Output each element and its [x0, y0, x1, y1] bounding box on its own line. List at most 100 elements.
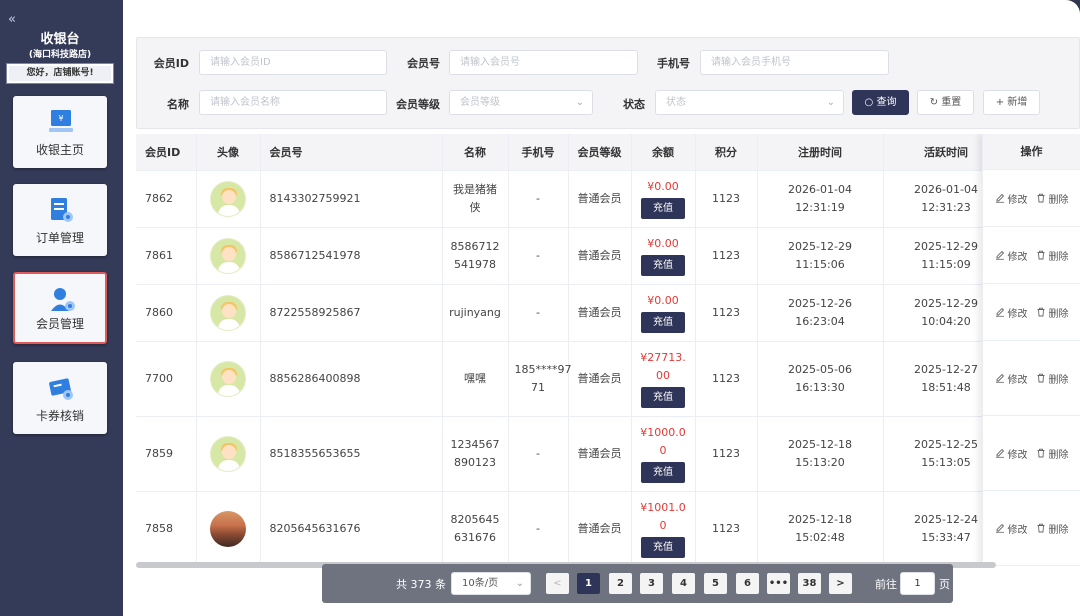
trash-icon: [1037, 373, 1044, 383]
pagination: 共 373 条 10条/页 ⌄ < 1 2 3 4 5 6 ••• 38 > 前往 1 页: [322, 564, 953, 603]
cell-id: 7858: [136, 491, 197, 567]
balance-line: ¥27713.: [640, 351, 686, 364]
recharge-button[interactable]: 充值: [641, 462, 685, 483]
balance-line: 00: [656, 369, 670, 382]
delete-button[interactable]: 删除: [1036, 248, 1069, 263]
level-select[interactable]: 会员等级 ⌄: [449, 90, 593, 115]
coupon-icon: [49, 378, 73, 400]
table-row: 7859 8518355653655 1234567 890123- 普通会员 ¥1000…: [136, 416, 1080, 492]
recharge-button[interactable]: 充值: [641, 312, 685, 333]
col-header-balance: 余额: [631, 134, 696, 171]
delete-button[interactable]: 删除: [1036, 371, 1069, 386]
member-table: 会员ID 头像 会员号 名称 手机号 会员等级 余额 积分 注册时间 活跃时间 …: [136, 134, 1080, 568]
edit-button[interactable]: 修改: [995, 248, 1028, 263]
reset-button[interactable]: ↻ 重置: [917, 90, 974, 115]
cashier-icon: ¥: [49, 110, 73, 132]
phone-input[interactable]: [700, 50, 889, 75]
page-button[interactable]: 38: [798, 573, 821, 594]
cell-balance: ¥0.00 充值: [631, 170, 696, 228]
page-button[interactable]: 5: [704, 573, 727, 594]
balance-line: 0: [659, 444, 667, 457]
edit-button[interactable]: 修改: [995, 191, 1028, 206]
avatar: [210, 294, 246, 331]
sidebar-item-orders[interactable]: 订单管理: [13, 184, 107, 256]
level-select-placeholder: 会员等级: [460, 97, 500, 108]
avatar: [210, 360, 246, 397]
search-button[interactable]: ○ 查询: [852, 90, 909, 115]
name-input[interactable]: [199, 90, 387, 115]
sidebar-item-coupons[interactable]: 卡券核销: [13, 362, 107, 434]
cell-balance: ¥0.00 充值: [631, 284, 696, 342]
name-line: 1234567: [450, 437, 500, 451]
page-button[interactable]: 3: [640, 573, 663, 594]
filter-panel: 会员ID 会员号 手机号 名称 会员等级 会员等级 ⌄ 状态 状态 ⌄ ○ 查询: [136, 37, 1080, 129]
col-header-level: 会员等级: [568, 134, 632, 171]
add-button[interactable]: + 新增: [983, 90, 1040, 115]
member-no-label: 会员号: [407, 57, 440, 70]
phone-line: -: [536, 305, 540, 319]
phone-line: -: [536, 248, 540, 262]
status-select[interactable]: 状态 ⌄: [655, 90, 844, 115]
delete-label: 删除: [1048, 194, 1069, 206]
operations-column: 操作 修改 删除 修改 删除 修改 删除 修改 删除 修改 删除 修改 删除: [982, 134, 1080, 568]
page-button[interactable]: 2: [609, 573, 632, 594]
order-icon: [51, 198, 73, 222]
col-header-ops: 操作: [983, 134, 1080, 170]
cell-member-no: 8518355653655: [260, 416, 443, 492]
recharge-button[interactable]: 充值: [641, 255, 685, 276]
cell-member-no: 8722558925867: [260, 284, 443, 342]
name-line: 我是猪猪: [453, 182, 497, 196]
cell-name: rujinyang: [442, 284, 509, 342]
cell-reg-time: 2025-12-18 15:13:20: [757, 416, 884, 492]
cell-reg-time: 2025-12-29 11:15:06: [757, 227, 884, 285]
cell-points: 1123: [695, 227, 758, 285]
cell-avatar: [196, 284, 261, 342]
phone-line: -: [536, 446, 540, 460]
edit-button[interactable]: 修改: [995, 305, 1028, 320]
ops-cell: 修改 删除: [983, 170, 1080, 227]
delete-button[interactable]: 删除: [1036, 446, 1069, 461]
prev-page-button[interactable]: <: [546, 573, 569, 594]
status-select-placeholder: 状态: [666, 97, 686, 108]
table-row: 7700 8856286400898 嘿嘿 185****97 71 普通会员 ¥27713…: [136, 341, 1080, 417]
cell-id: 7700: [136, 341, 197, 417]
cell-phone: 185****97 71: [508, 341, 572, 417]
goto-page-input[interactable]: 1: [900, 572, 935, 595]
edit-label: 修改: [1007, 449, 1028, 461]
table-header-row: 会员ID 头像 会员号 名称 手机号 会员等级 余额 积分 注册时间 活跃时间: [136, 134, 1080, 171]
col-header-avatar: 头像: [196, 134, 261, 171]
page-button[interactable]: 4: [672, 573, 695, 594]
edit-label: 修改: [1007, 524, 1028, 536]
edit-button[interactable]: 修改: [995, 446, 1028, 461]
page-size-select[interactable]: 10条/页 ⌄: [451, 572, 531, 595]
more-pages-button[interactable]: •••: [767, 573, 790, 594]
collapse-sidebar-icon[interactable]: «: [8, 12, 16, 27]
table-row: 7861 8586712541978 8586712 541978- 普通会员 ¥0.00…: [136, 227, 1080, 285]
phone-line: -: [536, 191, 540, 205]
sidebar-item-cashier-home[interactable]: ¥ 收银主页: [13, 96, 107, 168]
delete-label: 删除: [1048, 374, 1069, 386]
cell-name: 我是猪猪侠: [442, 170, 509, 228]
next-page-button[interactable]: >: [829, 573, 852, 594]
page-button[interactable]: 1: [577, 573, 600, 594]
recharge-button[interactable]: 充值: [641, 537, 685, 558]
member-no-input[interactable]: [449, 50, 638, 75]
recharge-button[interactable]: 充值: [641, 387, 685, 408]
cell-phone: -: [508, 416, 569, 492]
cell-level: 普通会员: [568, 416, 632, 492]
edit-button[interactable]: 修改: [995, 521, 1028, 536]
chevron-down-icon: ⌄: [575, 97, 584, 108]
sidebar-item-members[interactable]: 会员管理: [13, 272, 107, 344]
delete-button[interactable]: 删除: [1036, 305, 1069, 320]
refresh-icon: ↻: [929, 97, 942, 108]
delete-button[interactable]: 删除: [1036, 521, 1069, 536]
edit-label: 修改: [1007, 194, 1028, 206]
cell-member-no: 8586712541978: [260, 227, 443, 285]
col-header-id: 会员ID: [136, 134, 197, 171]
edit-button[interactable]: 修改: [995, 371, 1028, 386]
recharge-button[interactable]: 充值: [641, 198, 685, 219]
delete-button[interactable]: 删除: [1036, 191, 1069, 206]
page-button[interactable]: 6: [736, 573, 759, 594]
member-id-input[interactable]: [199, 50, 387, 75]
col-header-points: 积分: [695, 134, 758, 171]
